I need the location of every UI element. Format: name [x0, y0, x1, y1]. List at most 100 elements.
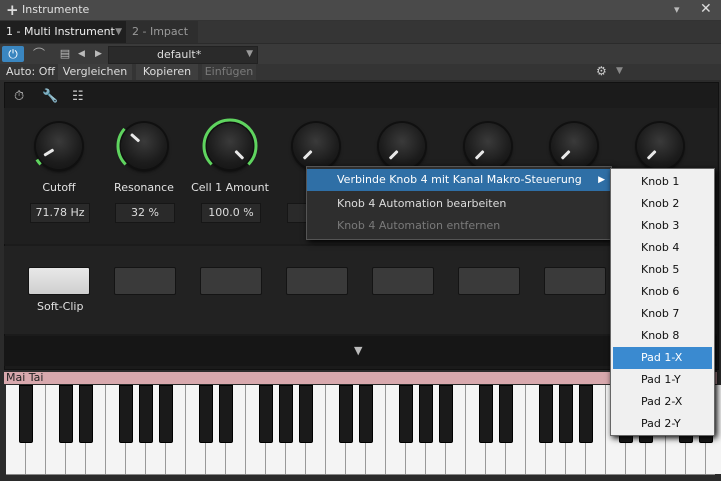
knob-8[interactable]: [637, 123, 683, 169]
black-key[interactable]: [159, 385, 173, 443]
black-key[interactable]: [199, 385, 213, 443]
submenu-item[interactable]: Pad 2-X: [613, 391, 712, 413]
macro-view-icon[interactable]: ⏱: [14, 89, 24, 104]
knob-label: Cell 1 Amount: [191, 181, 269, 194]
menu-item-label: Knob 4 Automation bearbeiten: [337, 197, 507, 210]
knob-1[interactable]: [35, 123, 82, 169]
black-key[interactable]: [559, 385, 573, 443]
knob-label: Cutoff: [42, 181, 76, 194]
submenu-item-label: Knob 2: [641, 197, 680, 210]
submenu-item[interactable]: Pad 1-X: [613, 347, 712, 369]
bypass-icon[interactable]: ⌒: [28, 46, 50, 62]
knob-level-ring: [202, 118, 258, 166]
tab-label: 1 - Multi Instrument: [6, 25, 115, 38]
preset-name: default*: [157, 48, 202, 61]
submenu-item[interactable]: Knob 6: [613, 281, 712, 303]
black-key[interactable]: [339, 385, 353, 443]
submenu-item[interactable]: Knob 4: [613, 237, 712, 259]
gear-icon[interactable]: ⚙: [596, 64, 607, 78]
black-key[interactable]: [219, 385, 233, 443]
routing-icon[interactable]: ☷: [72, 89, 84, 104]
context-menu: Verbinde Knob 4 mit Kanal Makro-Steuerun…: [306, 166, 612, 240]
black-key[interactable]: [139, 385, 153, 443]
knob-label: Resonance: [114, 181, 174, 194]
knob-6[interactable]: [465, 123, 511, 169]
black-key[interactable]: [399, 385, 413, 443]
black-key[interactable]: [279, 385, 293, 443]
pad-3[interactable]: [200, 267, 262, 295]
knob-5[interactable]: [379, 123, 425, 169]
black-key[interactable]: [119, 385, 133, 443]
power-button[interactable]: ⏻: [2, 46, 24, 62]
knob-3[interactable]: [202, 118, 258, 169]
submenu-item[interactable]: Knob 3: [613, 215, 712, 237]
submenu-item-label: Pad 2-Y: [641, 417, 681, 430]
chevron-down-icon[interactable]: ▼: [115, 21, 122, 43]
pad-7[interactable]: [544, 267, 606, 295]
preset-file-icon[interactable]: ▤: [58, 46, 72, 62]
menu-item-connect-macro[interactable]: Verbinde Knob 4 mit Kanal Makro-Steuerun…: [307, 169, 611, 191]
window-titlebar: + Instrumente ▾ ✕: [0, 0, 721, 21]
piano-keyboard[interactable]: [6, 385, 721, 475]
next-preset-button[interactable]: ▶: [95, 46, 102, 62]
wrench-icon[interactable]: 🔧: [42, 89, 58, 104]
black-key[interactable]: [579, 385, 593, 443]
knob-value-field[interactable]: 71.78 Hz: [30, 203, 90, 223]
add-icon[interactable]: +: [6, 1, 19, 19]
tab-multi-instrument[interactable]: 1 - Multi Instrument ▼: [0, 21, 126, 43]
black-key[interactable]: [499, 385, 513, 443]
pin-icon[interactable]: ▾: [674, 3, 680, 16]
pad-5[interactable]: [372, 267, 434, 295]
knob-2[interactable]: [116, 123, 167, 169]
black-key[interactable]: [439, 385, 453, 443]
macro-submenu: Knob 1 Knob 2 Knob 3 Knob 4 Knob 5 Knob 6 Knob…: [610, 168, 715, 436]
black-key[interactable]: [539, 385, 553, 443]
submenu-item[interactable]: Knob 2: [613, 193, 712, 215]
black-key[interactable]: [479, 385, 493, 443]
chevron-down-icon[interactable]: ▼: [616, 66, 623, 76]
submenu-item[interactable]: Knob 5: [613, 259, 712, 281]
black-key[interactable]: [419, 385, 433, 443]
pad-2[interactable]: [114, 267, 176, 295]
black-key[interactable]: [359, 385, 373, 443]
knob-level-ring: [116, 127, 127, 166]
chevron-down-icon: ▼: [246, 49, 253, 59]
tab-bar: 1 - Multi Instrument ▼ 2 - Impact: [0, 21, 721, 43]
submenu-item-label: Knob 4: [641, 241, 680, 254]
submenu-item[interactable]: Knob 8: [613, 325, 712, 347]
pad-4[interactable]: [286, 267, 348, 295]
window-title: Instrumente: [22, 3, 90, 16]
black-key[interactable]: [79, 385, 93, 443]
knob-value-field[interactable]: 32 %: [115, 203, 175, 223]
preset-selector[interactable]: default* ▼: [108, 46, 258, 64]
submenu-item[interactable]: Pad 2-Y: [613, 413, 712, 435]
compare-button[interactable]: Vergleichen: [58, 64, 132, 80]
submenu-item-label: Pad 2-X: [641, 395, 683, 408]
knob-7[interactable]: [551, 123, 597, 169]
knob-4[interactable]: [293, 123, 339, 169]
menu-item-edit-automation[interactable]: Knob 4 Automation bearbeiten: [307, 193, 611, 215]
copy-button[interactable]: Kopieren: [136, 64, 198, 80]
plugin-toolbar-secondary: Auto: Off Vergleichen Kopieren Einfügen …: [0, 64, 721, 80]
prev-preset-button[interactable]: ◀: [78, 46, 85, 62]
close-icon[interactable]: ✕: [700, 1, 712, 17]
submenu-item[interactable]: Knob 7: [613, 303, 712, 325]
chevron-down-icon[interactable]: ▼: [354, 344, 362, 357]
automation-toggle[interactable]: Auto: Off: [6, 64, 55, 80]
black-key[interactable]: [299, 385, 313, 443]
black-key[interactable]: [19, 385, 33, 443]
knob-level-ring: [35, 158, 42, 166]
paste-button[interactable]: Einfügen: [202, 64, 256, 80]
pad-6[interactable]: [458, 267, 520, 295]
pad-1[interactable]: [28, 267, 90, 295]
knob-value-field[interactable]: 100.0 %: [201, 203, 261, 223]
black-key[interactable]: [59, 385, 73, 443]
menu-item-label: Verbinde Knob 4 mit Kanal Makro-Steuerun…: [337, 173, 582, 186]
submenu-item[interactable]: Pad 1-Y: [613, 369, 712, 391]
knob-pointer: [474, 149, 485, 160]
knob-pointer: [302, 149, 313, 160]
submenu-item-label: Knob 3: [641, 219, 680, 232]
submenu-item[interactable]: Knob 1: [613, 171, 712, 193]
black-key[interactable]: [259, 385, 273, 443]
tab-impact[interactable]: 2 - Impact: [126, 21, 198, 43]
